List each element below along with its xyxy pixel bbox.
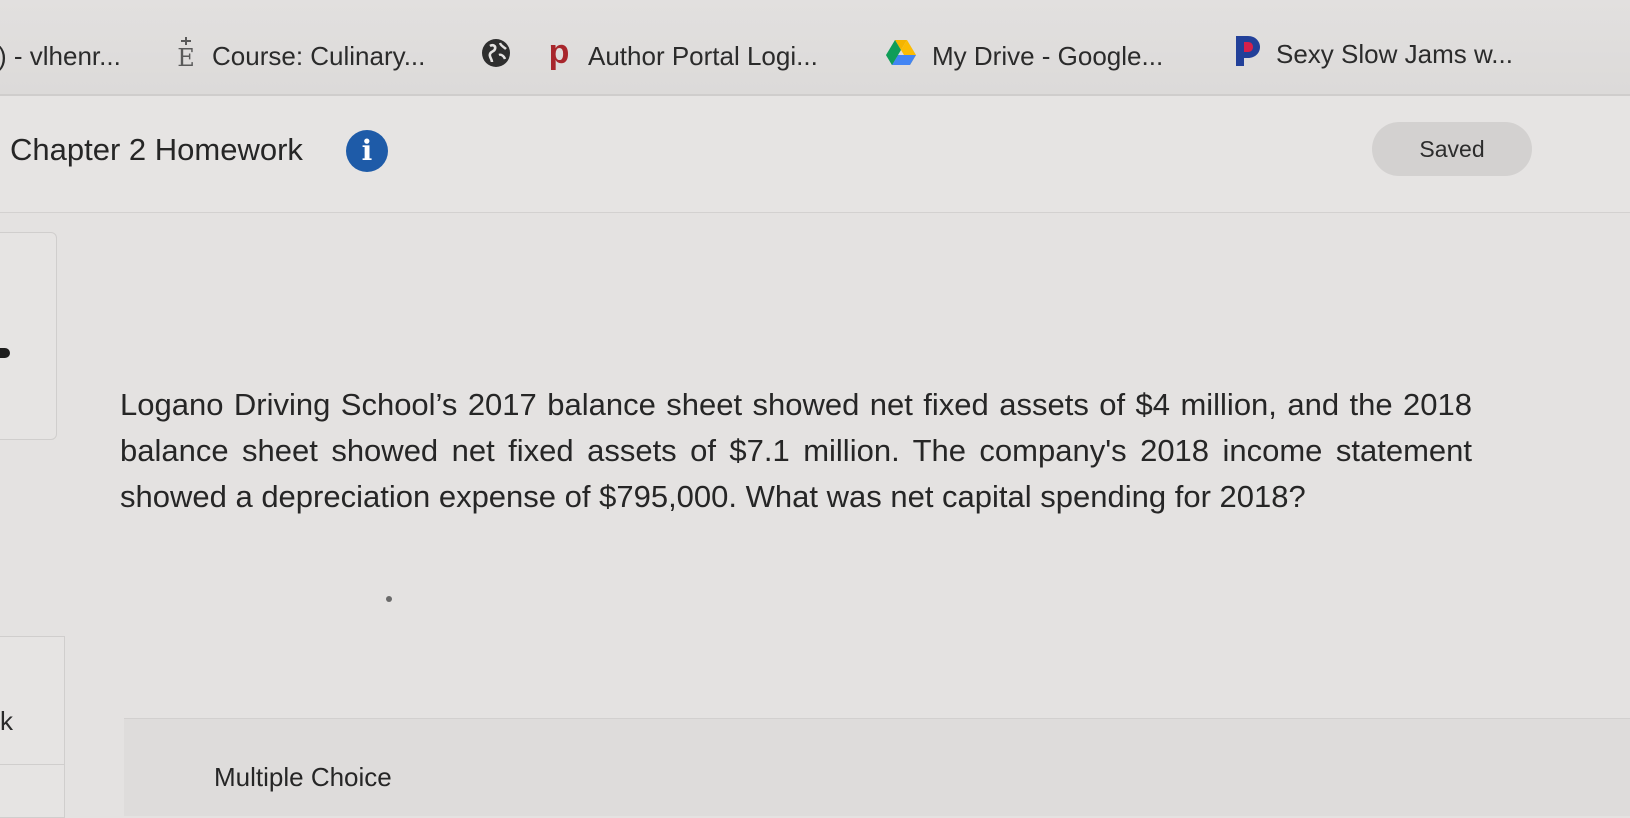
page-title: Chapter 2 Homework	[10, 132, 303, 167]
bookmarks-bar: ) - vlhenr... E Course: Culinary... p Au…	[0, 0, 1630, 96]
globe-icon	[480, 37, 512, 76]
bookmark-label: Course: Culinary...	[212, 40, 426, 71]
bookmark-sexy-slow-jams[interactable]: Sexy Slow Jams w...	[1232, 34, 1513, 74]
bookmark-author-portal[interactable]: p Author Portal Logi...	[546, 33, 818, 78]
bookmark-course-culinary[interactable]: E Course: Culinary...	[174, 36, 425, 76]
nav-marker	[0, 348, 10, 358]
bookmark-my-drive[interactable]: My Drive - Google...	[884, 36, 1163, 76]
svg-text:p: p	[549, 35, 570, 71]
bookmark-label: Author Portal Logi...	[588, 40, 818, 71]
e-serif-logo-icon: E	[174, 36, 198, 77]
info-icon[interactable]: i	[346, 130, 388, 172]
google-drive-icon	[884, 38, 918, 75]
bookmark-globe[interactable]	[480, 36, 526, 76]
saved-status-badge: Saved	[1372, 122, 1532, 176]
pandora-icon	[1232, 34, 1262, 75]
svg-text:E: E	[177, 44, 195, 70]
assignment-header: Chapter 2 Homework i Saved	[0, 96, 1630, 213]
bookmark-label: Sexy Slow Jams w...	[1276, 38, 1513, 69]
sidebar-fragment-text: k	[0, 706, 13, 736]
answer-type-label: Multiple Choice	[214, 762, 392, 792]
screen-speck	[386, 596, 392, 602]
p-logo-icon: p	[546, 33, 574, 78]
bookmark-label: My Drive - Google...	[932, 40, 1164, 71]
bookmark-vlhenr[interactable]: ) - vlhenr...	[0, 36, 121, 76]
question-text: Logano Driving School’s 2017 balance she…	[120, 387, 1472, 514]
sidebar-divider	[0, 764, 64, 765]
bookmark-label: ) - vlhenr...	[0, 40, 121, 71]
question-nav-panel[interactable]	[0, 232, 57, 440]
